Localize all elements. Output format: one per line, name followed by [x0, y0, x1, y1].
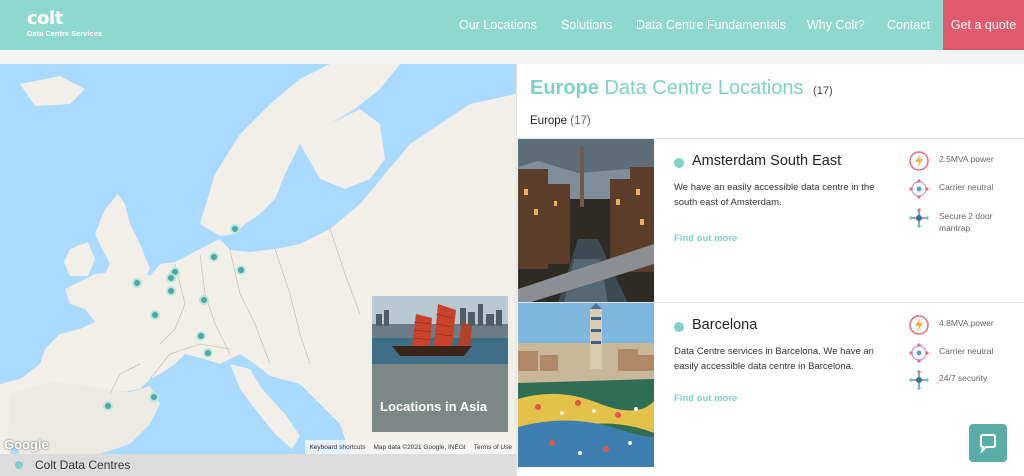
- feature-security-text: Secure 2 door mantrap: [939, 211, 993, 233]
- logo-subtitle: Data Centre Services: [27, 29, 103, 38]
- locations-panel: Europe Data Centre Locations (17) Europe…: [516, 64, 1024, 476]
- location-status-dot: [674, 322, 684, 332]
- map-marker[interactable]: [203, 348, 213, 358]
- panel-title-text: Data Centre Locations: [604, 77, 804, 99]
- find-out-more-link[interactable]: Find out more: [674, 233, 737, 244]
- panel-title-count: (17): [813, 85, 833, 97]
- location-name[interactable]: Barcelona: [692, 317, 757, 333]
- region-name: Europe: [530, 115, 568, 127]
- hong-kong-harbour-image: [372, 296, 508, 364]
- feature-security: 24/7 security: [908, 369, 1018, 395]
- panel-title: Europe Data Centre Locations (17): [530, 77, 833, 100]
- feature-carrier: Carrier neutral: [908, 342, 1018, 368]
- nav-fundamentals[interactable]: Data Centre Fundamentals: [636, 0, 786, 50]
- map-marker[interactable]: [166, 286, 176, 296]
- nav-link-our-locations[interactable]: Our Locations: [459, 18, 537, 32]
- carrier-neutral-icon: [909, 343, 929, 363]
- location-name[interactable]: Amsterdam South East: [692, 153, 841, 169]
- nav-link-solutions[interactable]: Solutions: [561, 18, 612, 32]
- map-attribution: Keyboard shortcuts Map data ©2021 Google…: [305, 440, 516, 454]
- feature-carrier-text: Carrier neutral: [939, 182, 994, 192]
- legend-marker-icon: [15, 461, 23, 469]
- colt-logo[interactable]: colt Data Centre Services: [27, 10, 102, 39]
- map-marker[interactable]: [166, 273, 176, 283]
- legend-label: Colt Data Centres: [35, 458, 131, 472]
- logo-wordmark: colt: [27, 8, 63, 29]
- map-marker[interactable]: [236, 265, 246, 275]
- power-icon: [909, 151, 929, 171]
- map-marker[interactable]: [196, 331, 206, 341]
- map-marker[interactable]: [150, 310, 160, 320]
- feature-power-text: 4.8MVA power: [939, 318, 994, 328]
- map-marker[interactable]: [149, 392, 159, 402]
- power-icon: [909, 315, 929, 335]
- get-a-quote-button[interactable]: Get a quote: [943, 0, 1024, 50]
- nav-our-locations[interactable]: Our Locations: [459, 0, 537, 50]
- map-data-text: Map data ©2021 Google, INEGI: [373, 443, 466, 451]
- carrier-neutral-icon: [909, 179, 929, 199]
- nav-contact[interactable]: Contact: [887, 0, 930, 50]
- map-legend: Colt Data Centres: [0, 454, 516, 476]
- location-description: We have an easily accessible data centre…: [674, 182, 875, 208]
- region-count: (17): [570, 115, 591, 127]
- feature-carrier-text: Carrier neutral: [939, 346, 994, 356]
- amsterdam-canal-image: [518, 139, 654, 303]
- map-marker[interactable]: [132, 278, 142, 288]
- nav-link-fundamentals[interactable]: Data Centre Fundamentals: [636, 18, 786, 32]
- feature-power-text: 2.5MVA power: [939, 154, 994, 164]
- find-out-more-link[interactable]: Find out more: [674, 393, 737, 404]
- feature-security-text: 24/7 security: [939, 373, 988, 383]
- terms-of-use-link[interactable]: Terms of Use: [470, 444, 516, 451]
- map-marker[interactable]: [199, 295, 209, 305]
- barcelona-park-guell-image: [518, 303, 654, 467]
- location-card-amsterdam[interactable]: Amsterdam South East We have an easily a…: [517, 138, 1024, 303]
- locations-in-asia-card[interactable]: Locations in Asia: [372, 296, 508, 432]
- location-status-dot: [674, 158, 684, 168]
- feature-security: Secure 2 door mantrap: [908, 207, 1018, 233]
- map-marker[interactable]: [230, 224, 240, 234]
- region-filter-label[interactable]: Europe (17): [530, 115, 591, 127]
- header-spacer: [0, 50, 1024, 64]
- security-icon: [909, 370, 929, 390]
- feature-carrier: Carrier neutral: [908, 178, 1018, 204]
- map-marker[interactable]: [103, 401, 113, 411]
- asia-card-label[interactable]: Locations in Asia: [380, 399, 487, 414]
- nav-link-contact[interactable]: Contact: [887, 18, 930, 32]
- feature-power: 4.8MVA power: [908, 314, 1018, 340]
- map-marker[interactable]: [209, 252, 219, 262]
- location-description: Data Centre services in Barcelona. We ha…: [674, 346, 874, 372]
- panel-title-region: Europe: [530, 77, 599, 99]
- location-card-barcelona[interactable]: Barcelona Data Centre services in Barcel…: [517, 302, 1024, 467]
- nav-why-colt[interactable]: Why Colt?: [807, 0, 865, 50]
- feature-power: 2.5MVA power: [908, 150, 1018, 176]
- nav-solutions[interactable]: Solutions: [561, 0, 612, 50]
- site-header: colt Data Centre Services Our Locations …: [0, 0, 1024, 50]
- chat-bubble-icon: [980, 434, 996, 453]
- keyboard-shortcuts-link[interactable]: Keyboard shortcuts: [305, 444, 369, 451]
- google-logo: Google: [4, 437, 49, 452]
- nav-link-why-colt[interactable]: Why Colt?: [807, 18, 865, 32]
- chat-button[interactable]: [969, 424, 1007, 462]
- security-icon: [909, 208, 929, 228]
